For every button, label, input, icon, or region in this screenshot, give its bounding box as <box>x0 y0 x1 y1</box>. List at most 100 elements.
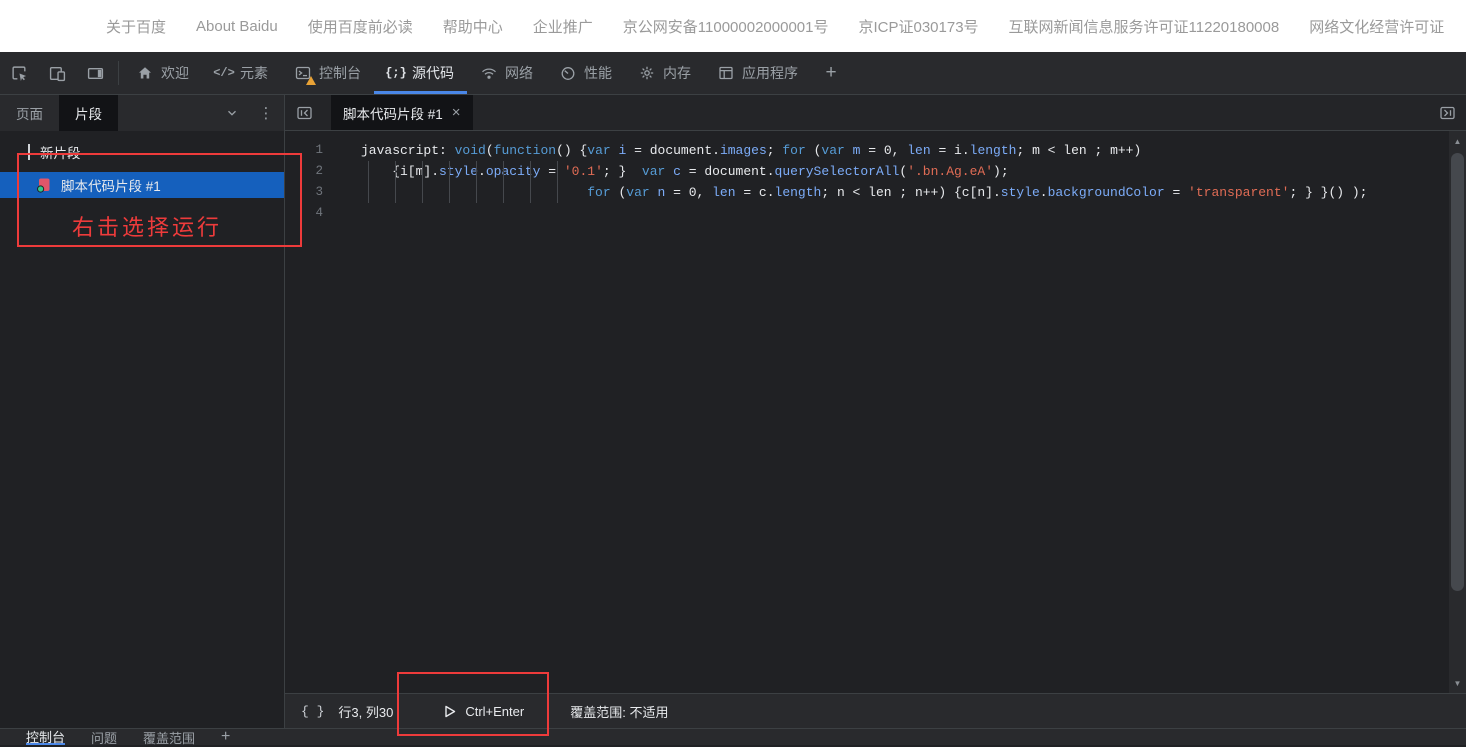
editor-tab-snippet[interactable]: 脚本代码片段 #1 × <box>331 95 473 130</box>
drawer-more-button[interactable]: + <box>221 728 230 745</box>
code-row: 2 {i[m].style.opacity = '0.1'; } var c =… <box>285 161 1449 182</box>
chevron-down-icon[interactable] <box>216 95 248 131</box>
editor-tab-label: 脚本代码片段 #1 <box>343 106 443 122</box>
indent-guide <box>449 161 450 203</box>
move-to-panel-icon[interactable] <box>1428 95 1466 130</box>
pretty-print-button[interactable]: { } <box>301 704 324 719</box>
sources-navigator: 页面 片段 ⋮ 新片段 脚本代码片段 #1 <box>0 95 285 728</box>
tab-label: 欢迎 <box>161 65 189 81</box>
code-line: {i[m].style.opacity = '0.1'; } var c = d… <box>361 164 1009 179</box>
footer-link[interactable]: 京公网安备11000002000001号 <box>623 16 829 37</box>
new-snippet-button[interactable]: 新片段 <box>0 141 284 163</box>
snippet-list: 新片段 脚本代码片段 #1 <box>0 131 284 728</box>
drawer-tab-bar: 控制台 问题 覆盖范围 + <box>0 728 1466 746</box>
code-line: for (var n = 0, len = c.length; n < len … <box>587 185 1368 200</box>
tab-page[interactable]: 页面 <box>0 95 59 131</box>
indent-guide <box>557 161 558 203</box>
code-editor[interactable]: 1 javascript: void(function() {var i = d… <box>285 131 1449 693</box>
devtools-toolbar: 欢迎 </> 元素 控制台 {;} 源代码 网络 性能 内存 应用程序 + <box>0 52 1466 95</box>
tab-performance[interactable]: 性能 <box>546 52 625 94</box>
caret-indicator <box>28 144 30 160</box>
tab-label: 元素 <box>240 65 268 81</box>
indent-guide <box>476 161 477 203</box>
tab-memory[interactable]: 内存 <box>625 52 704 94</box>
editor-scrollbar[interactable]: ▲ ▼ <box>1449 131 1466 693</box>
tab-elements[interactable]: </> 元素 <box>202 52 281 94</box>
footer-link[interactable]: 帮助中心 <box>443 16 503 37</box>
footer-link[interactable]: 网络文化经营许可证 <box>1309 16 1444 37</box>
inspect-element-icon[interactable] <box>0 52 38 94</box>
toolbar-divider <box>118 61 119 85</box>
code-line: javascript: void(function() {var i = doc… <box>361 143 1142 158</box>
tab-bar-spacer <box>473 95 1428 130</box>
play-icon <box>443 704 457 719</box>
indent-guide <box>422 161 423 203</box>
collapse-navigator-icon[interactable] <box>285 95 323 130</box>
close-icon[interactable]: × <box>452 104 461 121</box>
cursor-position: 行3, 列30 <box>338 704 394 720</box>
device-toolbar-icon[interactable] <box>38 52 76 94</box>
drawer-tab-console[interactable]: 控制台 <box>26 729 66 745</box>
sources-icon: {;} <box>385 66 407 80</box>
code-row: 1 javascript: void(function() {var i = d… <box>285 140 1449 161</box>
footer-link[interactable]: About Baidu <box>196 18 278 35</box>
network-icon <box>480 64 498 82</box>
tab-snippets[interactable]: 片段 <box>59 95 118 131</box>
console-warning-icon <box>306 76 316 85</box>
drawer-tab-issues[interactable]: 问题 <box>91 729 117 746</box>
more-options-icon[interactable]: ⋮ <box>248 95 284 131</box>
indent-guide <box>368 161 369 203</box>
footer-link[interactable]: 京ICP证030173号 <box>858 16 978 37</box>
tab-sources[interactable]: {;} 源代码 <box>374 52 467 94</box>
indent-guide <box>395 161 396 203</box>
scroll-down-icon[interactable]: ▼ <box>1449 675 1466 691</box>
line-number: 1 <box>315 143 323 157</box>
footer-link[interactable]: 互联网新闻信息服务许可证11220180008 <box>1009 16 1280 37</box>
snippet-file-icon <box>36 177 52 193</box>
new-snippet-label: 新片段 <box>40 146 81 161</box>
run-snippet-button[interactable]: Ctrl+Enter <box>443 704 524 719</box>
snippet-label: 脚本代码片段 #1 <box>61 179 161 194</box>
editor-status-bar: { } 行3, 列30 Ctrl+Enter 覆盖范围: 不适用 <box>285 693 1466 728</box>
tab-application[interactable]: 应用程序 <box>704 52 811 94</box>
indent-guide <box>503 161 504 203</box>
navigator-tab-bar: 页面 片段 ⋮ <box>0 95 284 131</box>
line-number: 3 <box>315 185 323 199</box>
coverage-status: 覆盖范围: 不适用 <box>570 704 669 720</box>
memory-gear-icon <box>638 64 656 82</box>
tab-welcome[interactable]: 欢迎 <box>123 52 202 94</box>
line-number: 4 <box>315 206 323 220</box>
footer-link[interactable]: 关于百度 <box>106 16 166 37</box>
application-icon <box>717 64 735 82</box>
tab-label: 应用程序 <box>742 65 798 81</box>
code-editor-wrap: 1 javascript: void(function() {var i = d… <box>285 131 1466 693</box>
footer-link[interactable]: 企业推广 <box>533 16 593 37</box>
tab-network[interactable]: 网络 <box>467 52 546 94</box>
snippet-item[interactable]: 脚本代码片段 #1 <box>0 172 284 198</box>
editor-tab-bar: 脚本代码片段 #1 × <box>285 95 1466 131</box>
indent-guide <box>530 161 531 203</box>
tab-label: 性能 <box>584 65 612 81</box>
drawer-tab-coverage[interactable]: 覆盖范围 <box>143 729 195 746</box>
more-panels-button[interactable]: + <box>811 52 851 94</box>
sources-panel: 页面 片段 ⋮ 新片段 脚本代码片段 #1 脚本代码片段 #1 × 1 java… <box>0 95 1466 728</box>
scroll-up-icon[interactable]: ▲ <box>1449 133 1466 149</box>
code-row: 3 for (var n = 0, len = c.length; n < le… <box>285 182 1449 203</box>
tab-console[interactable]: 控制台 <box>281 52 374 94</box>
tab-label: 内存 <box>663 65 691 81</box>
editor-pane: 脚本代码片段 #1 × 1 javascript: void(function(… <box>285 95 1466 728</box>
dock-side-icon[interactable] <box>76 52 114 94</box>
tab-label: 网络 <box>505 65 533 81</box>
line-number: 2 <box>315 164 323 178</box>
elements-icon: </> <box>213 66 235 80</box>
run-shortcut-label: Ctrl+Enter <box>465 703 525 719</box>
browser-page-footer: 关于百度 About Baidu 使用百度前必读 帮助中心 企业推广 京公网安备… <box>0 0 1466 52</box>
tab-label: 源代码 <box>412 65 454 81</box>
console-icon <box>294 64 316 85</box>
footer-link[interactable]: 使用百度前必读 <box>308 16 413 37</box>
scrollbar-thumb[interactable] <box>1451 153 1464 591</box>
tab-label: 控制台 <box>319 65 361 81</box>
performance-icon <box>559 64 577 82</box>
code-row: 4 <box>285 203 1449 224</box>
